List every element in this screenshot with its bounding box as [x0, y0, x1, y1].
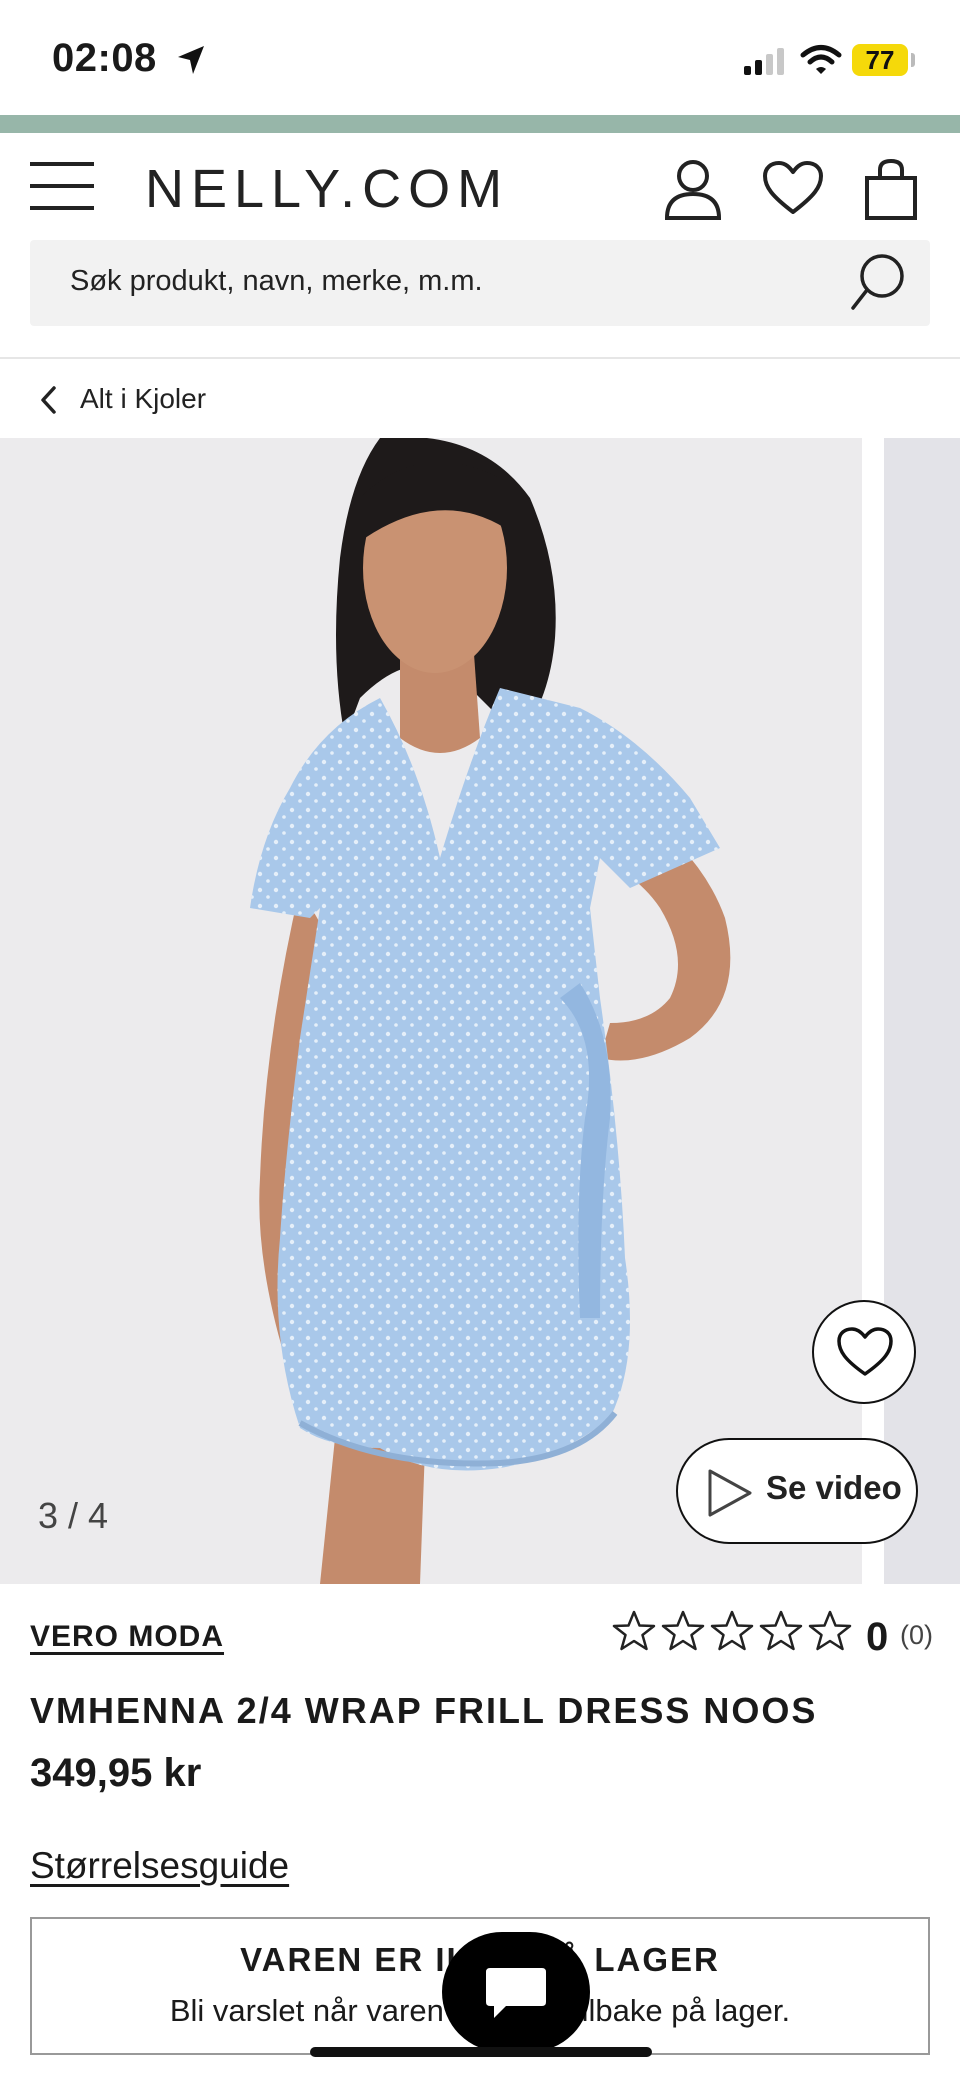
next-image-peek[interactable] — [884, 438, 960, 1584]
shopping-bag-icon[interactable] — [864, 158, 918, 220]
search-placeholder: Søk produkt, navn, merke, m.m. — [70, 265, 483, 297]
battery-indicator: 77 — [852, 44, 908, 76]
rating-count: (0) — [900, 1620, 933, 1650]
add-to-wishlist-button[interactable] — [812, 1300, 916, 1404]
play-icon — [708, 1469, 752, 1517]
image-counter: 3 / 4 — [38, 1495, 109, 1536]
battery-cap — [911, 53, 915, 67]
product-image[interactable] — [0, 438, 862, 1584]
status-time: 02:08 — [52, 36, 157, 80]
signal-icon — [744, 48, 784, 75]
home-indicator[interactable] — [310, 2047, 652, 2057]
chat-bubble-icon — [486, 1968, 546, 2018]
see-video-label: Se video — [766, 1469, 902, 1506]
location-arrow-icon — [178, 46, 204, 74]
heart-outline-icon — [837, 1327, 893, 1376]
breadcrumb-back-link[interactable]: Alt i Kjoler — [80, 383, 206, 415]
rating-value: 0 — [866, 1615, 889, 1659]
chevron-left-icon[interactable] — [38, 385, 58, 415]
star-rating-icons — [612, 1610, 852, 1651]
heart-icon[interactable] — [762, 160, 824, 216]
search-icon[interactable] — [850, 252, 906, 312]
site-logo[interactable]: NELLY.COM — [145, 158, 509, 220]
size-guide-link[interactable]: Størrelsesguide — [30, 1845, 289, 1887]
model-in-dress-illustration — [250, 438, 731, 1584]
account-icon[interactable] — [664, 158, 722, 220]
wifi-icon — [800, 45, 842, 74]
product-price: 349,95 kr — [30, 1751, 202, 1795]
rating-stars[interactable] — [612, 1608, 856, 1661]
promo-strip[interactable] — [0, 115, 960, 133]
header-divider — [0, 357, 960, 359]
chat-button[interactable] — [442, 1932, 590, 2052]
brand-link[interactable]: VERO MODA — [30, 1620, 224, 1654]
product-title: VMHENNA 2/4 WRAP FRILL DRESS NOOS — [30, 1690, 818, 1731]
menu-icon[interactable] — [30, 160, 96, 212]
